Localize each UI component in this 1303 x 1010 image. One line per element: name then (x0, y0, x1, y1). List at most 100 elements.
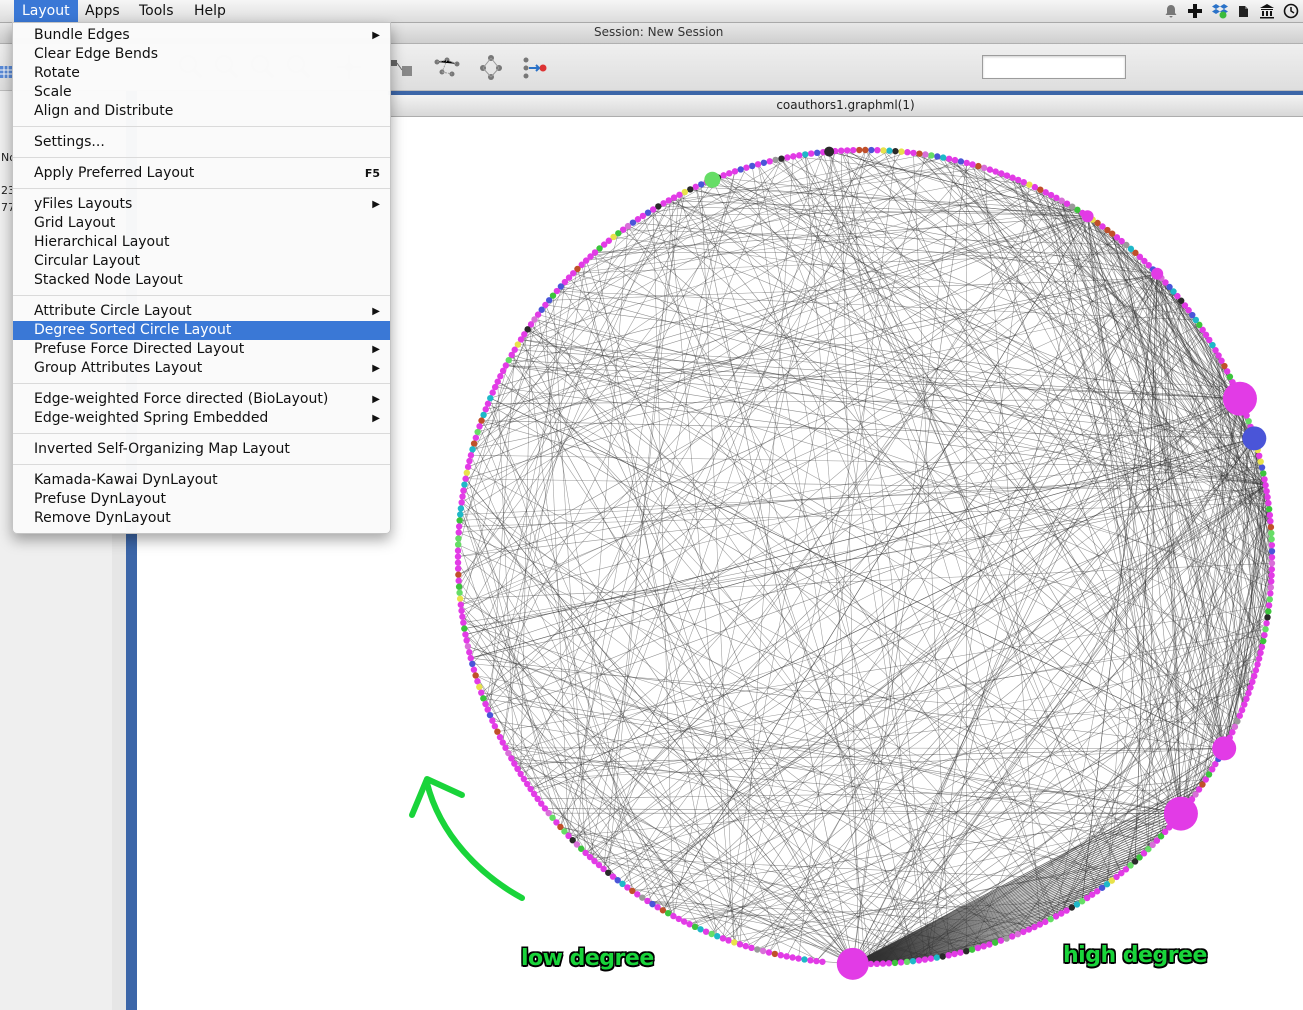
plus-cross-icon[interactable] (1187, 3, 1203, 19)
evernote-icon[interactable] (1235, 3, 1251, 19)
menu-item-yfiles-layouts[interactable]: yFiles Layouts ▶ (13, 195, 390, 214)
edge (642, 617, 1268, 898)
menu-item-kamada-kawai-dynlayout[interactable]: Kamada-Kawai DynLayout (13, 471, 390, 490)
layout-icon-2[interactable] (432, 52, 462, 82)
node (1261, 631, 1268, 639)
menu-item-hierarchical-layout[interactable]: Hierarchical Layout (13, 233, 390, 252)
node (725, 937, 732, 944)
museum-icon[interactable] (1259, 3, 1275, 19)
menu-tools[interactable]: Tools (131, 0, 182, 22)
edge (852, 160, 956, 964)
menu-item-edge-weighted-spring-embedded[interactable]: Edge-weighted Spring Embedded ▶ (13, 409, 390, 428)
node (1264, 493, 1271, 501)
menu-item-prefuse-dynlayout[interactable]: Prefuse DynLayout (13, 490, 390, 509)
menu-item-settings[interactable]: Settings... (13, 133, 390, 152)
node (1263, 620, 1270, 627)
menu-item-label: Align and Distribute (34, 103, 174, 119)
menu-item-label: Scale (34, 84, 72, 100)
node (1031, 183, 1039, 191)
node (482, 700, 489, 708)
layout-icon-4[interactable] (520, 52, 550, 82)
menu-item-grid-layout[interactable]: Grid Layout (13, 214, 390, 233)
node (470, 440, 478, 447)
edge (847, 150, 1241, 399)
node (880, 147, 887, 154)
node (726, 170, 733, 177)
node (455, 583, 463, 590)
node (813, 957, 820, 965)
menu-apps[interactable]: Apps (77, 0, 128, 22)
menu-item-label: Stacked Node Layout (34, 272, 183, 288)
node (1009, 174, 1016, 181)
menu-item-remove-dynlayout[interactable]: Remove DynLayout (13, 509, 390, 528)
node (731, 939, 738, 946)
node (476, 683, 483, 691)
menu-item-label: Degree Sorted Circle Layout (34, 322, 232, 338)
nodes-group (454, 146, 1276, 980)
node (1263, 487, 1270, 495)
menu-separator (13, 295, 390, 296)
hub-node (1212, 736, 1237, 761)
node (474, 428, 481, 436)
node (991, 939, 999, 946)
dropbox-icon[interactable] (1211, 3, 1228, 19)
menu-item-label: Edge-weighted Spring Embedded (34, 410, 269, 426)
node (474, 678, 481, 685)
hub-node (1242, 426, 1267, 451)
node (1241, 701, 1248, 708)
node (482, 406, 489, 413)
search-input[interactable] (982, 55, 1126, 79)
node (807, 957, 814, 964)
edge (485, 167, 747, 705)
menu-item-circular-layout[interactable]: Circular Layout (13, 252, 390, 271)
menu-item-attribute-circle-layout[interactable]: Attribute Circle Layout ▶ (13, 302, 390, 321)
menu-item-clear-edge-bends[interactable]: Clear Edge Bends (13, 45, 390, 64)
node (850, 146, 857, 154)
node (759, 947, 767, 955)
node (1015, 176, 1022, 184)
node (892, 147, 899, 155)
node (844, 147, 851, 154)
menu-item-stacked-node-layout[interactable]: Stacked Node Layout (13, 271, 390, 290)
node (691, 923, 699, 931)
menu-item-label: Prefuse Force Directed Layout (34, 341, 245, 357)
menu-item-apply-preferred-layout[interactable]: Apply Preferred Layout F5 (13, 164, 390, 183)
layout-icon-3[interactable] (476, 52, 506, 82)
menu-item-bundle-edges[interactable]: Bundle Edges ▶ (13, 26, 390, 45)
bell-icon[interactable] (1163, 3, 1179, 19)
menu-item-group-attributes-layout[interactable]: Group Attributes Layout ▶ (13, 359, 390, 378)
edge (1034, 737, 1230, 928)
node (1245, 690, 1252, 697)
menu-item-inverted-self-organizing-map-layout[interactable]: Inverted Self-Organizing Map Layout (13, 440, 390, 459)
node (714, 933, 721, 940)
menu-item-rotate[interactable]: Rotate (13, 64, 390, 83)
node (969, 161, 976, 168)
node (497, 373, 504, 380)
menu-item-align-and-distribute[interactable]: Align and Distribute (13, 102, 390, 121)
node (802, 151, 809, 158)
menu-item-label: Bundle Edges (34, 27, 130, 43)
menu-item-degree-sorted-circle-layout[interactable]: Degree Sorted Circle Layout (13, 321, 390, 340)
timemachine-icon[interactable] (1283, 3, 1299, 19)
node (927, 955, 935, 962)
menu-layout[interactable]: Layout (14, 0, 78, 22)
node (455, 535, 462, 542)
node (1268, 535, 1275, 543)
edge (954, 758, 1219, 955)
node (458, 499, 465, 506)
node (494, 728, 501, 735)
menu-help[interactable]: Help (186, 0, 234, 22)
node (777, 951, 784, 959)
menu-separator (13, 433, 390, 434)
edge (1034, 187, 1219, 760)
node (795, 955, 802, 962)
menu-item-edge-weighted-force-directed-biolayout[interactable]: Edge-weighted Force directed (BioLayout)… (13, 390, 390, 409)
edge (463, 622, 1153, 846)
node (766, 158, 773, 165)
menu-item-prefuse-force-directed-layout[interactable]: Prefuse Force Directed Layout ▶ (13, 340, 390, 359)
node (731, 168, 739, 175)
node (454, 547, 462, 554)
layout-icon-1[interactable] (388, 52, 418, 82)
menu-item-scale[interactable]: Scale (13, 83, 390, 102)
menu-item-label: Inverted Self-Organizing Map Layout (34, 441, 290, 457)
